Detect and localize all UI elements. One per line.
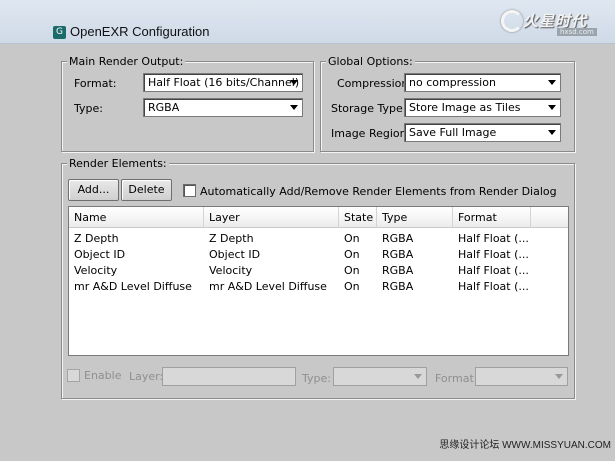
format-dropdown[interactable]: Half Float (16 bits/Channel) xyxy=(143,73,303,92)
main-render-output-group: Main Render Output: Format: Half Float (… xyxy=(61,55,314,152)
cell-name: Object ID xyxy=(74,248,126,261)
chevron-down-icon xyxy=(414,374,422,379)
cell-type: RGBA xyxy=(382,248,414,261)
cell-format: Half Float (... xyxy=(458,248,529,261)
format-value: Half Float (16 bits/Channel) xyxy=(148,76,300,89)
type-filter-dropdown[interactable] xyxy=(333,367,427,386)
image-region-value: Save Full Image xyxy=(409,126,497,139)
column-header-format[interactable]: Format xyxy=(453,207,531,228)
image-region-label: Image Region: xyxy=(331,127,411,140)
column-header-layer[interactable]: Layer xyxy=(204,207,339,228)
enable-label: Enable xyxy=(84,369,122,382)
add-button[interactable]: Add... xyxy=(68,179,119,201)
storage-type-label: Storage Type: xyxy=(331,102,407,115)
list-item[interactable]: Object ID Object ID On RGBA Half Float (… xyxy=(69,247,568,263)
layer-input[interactable] xyxy=(162,367,296,386)
compression-value: no compression xyxy=(409,76,496,89)
render-elements-legend: Render Elements: xyxy=(67,157,169,170)
format-filter-label: Format: xyxy=(435,372,478,385)
column-header-state[interactable]: State xyxy=(339,207,377,228)
cell-type: RGBA xyxy=(382,264,414,277)
cell-state: On xyxy=(344,248,360,261)
global-options-group: Global Options: Compression: no compress… xyxy=(320,55,575,152)
cell-name: mr A&D Level Diffuse xyxy=(74,280,192,293)
list-item[interactable]: Velocity Velocity On RGBA Half Float (..… xyxy=(69,263,568,279)
logo-swirl-icon xyxy=(501,10,523,32)
cell-state: On xyxy=(344,280,360,293)
cell-name: Z Depth xyxy=(74,232,119,245)
type-filter-label: Type: xyxy=(302,372,331,385)
watermark-bottom: 思缘设计论坛 WWW.MISSYUAN.COM xyxy=(439,440,611,451)
cell-layer: Object ID xyxy=(209,248,261,261)
cell-format: Half Float (... xyxy=(458,232,529,245)
cell-name: Velocity xyxy=(74,264,118,277)
storage-type-value: Store Image as Tiles xyxy=(409,101,521,114)
auto-add-label: Automatically Add/Remove Render Elements… xyxy=(200,185,557,198)
list-item[interactable]: mr A&D Level Diffuse mr A&D Level Diffus… xyxy=(69,279,568,295)
cell-state: On xyxy=(344,264,360,277)
cell-layer: mr A&D Level Diffuse xyxy=(209,280,327,293)
cell-format: Half Float (... xyxy=(458,264,529,277)
type-dropdown[interactable]: RGBA xyxy=(143,98,303,117)
list-header: Name Layer State Type Format xyxy=(69,207,568,228)
cell-format: Half Float (... xyxy=(458,280,529,293)
title-bar: G OpenEXR Configuration 火星时代 hxsd.com xyxy=(0,0,615,44)
compression-label: Compression: xyxy=(337,77,413,90)
watermark-logo-sub: hxsd.com xyxy=(557,28,597,36)
global-options-legend: Global Options: xyxy=(326,55,415,68)
image-region-dropdown[interactable]: Save Full Image xyxy=(404,123,561,142)
enable-checkbox[interactable] xyxy=(67,369,80,382)
cell-layer: Z Depth xyxy=(209,232,254,245)
cell-type: RGBA xyxy=(382,232,414,245)
chevron-down-icon xyxy=(548,130,556,135)
window-title: OpenEXR Configuration xyxy=(70,24,210,39)
type-value: RGBA xyxy=(148,101,180,114)
format-label: Format: xyxy=(74,77,117,90)
cell-type: RGBA xyxy=(382,280,414,293)
compression-dropdown[interactable]: no compression xyxy=(404,73,561,92)
column-header-type[interactable]: Type xyxy=(377,207,453,228)
delete-button[interactable]: Delete xyxy=(121,179,172,201)
cell-layer: Velocity xyxy=(209,264,253,277)
chevron-down-icon xyxy=(290,80,298,85)
chevron-down-icon xyxy=(555,374,563,379)
storage-type-dropdown[interactable]: Store Image as Tiles xyxy=(404,98,561,117)
type-label: Type: xyxy=(74,102,103,115)
chevron-down-icon xyxy=(548,105,556,110)
auto-add-checkbox[interactable] xyxy=(183,184,196,197)
column-header-name[interactable]: Name xyxy=(69,207,204,228)
format-filter-dropdown[interactable] xyxy=(475,367,568,386)
chevron-down-icon xyxy=(548,80,556,85)
app-icon: G xyxy=(53,26,66,39)
chevron-down-icon xyxy=(290,105,298,110)
main-render-output-legend: Main Render Output: xyxy=(67,55,186,68)
watermark-logo: 火星时代 hxsd.com xyxy=(501,4,611,40)
cell-state: On xyxy=(344,232,360,245)
render-elements-list[interactable]: Name Layer State Type Format Z Depth Z D… xyxy=(68,206,569,356)
list-item[interactable]: Z Depth Z Depth On RGBA Half Float (... xyxy=(69,231,568,247)
layer-label: Layer: xyxy=(129,370,164,383)
